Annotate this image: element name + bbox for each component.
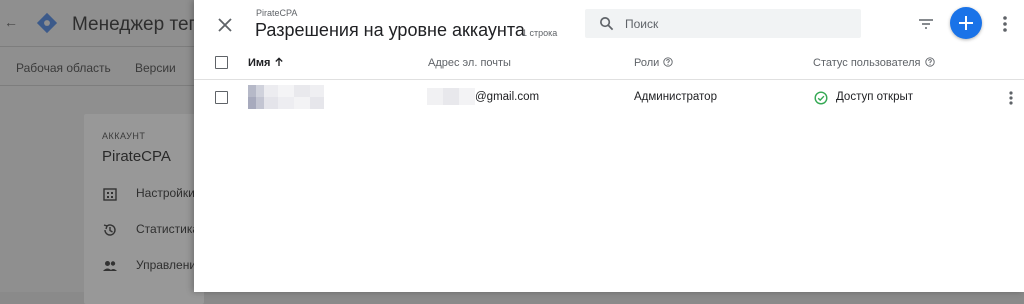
column-header-label: Роли (634, 57, 660, 69)
row-count: 1 строка (522, 28, 558, 38)
help-icon[interactable] (663, 57, 673, 67)
column-header-status: Статус пользователя (813, 57, 935, 69)
app-nav-tabs: Рабочая область Версии (0, 46, 194, 86)
check-circle-icon (814, 91, 828, 105)
column-header-label: Статус пользователя (813, 57, 921, 69)
close-icon[interactable] (214, 14, 236, 36)
nav-tab-workspace[interactable]: Рабочая область (16, 61, 111, 75)
add-user-button[interactable] (950, 7, 982, 39)
permissions-dialog: PirateCPA Разрешения на уровне аккаунта … (194, 0, 1024, 292)
table-header: Имя Адрес эл. почты Роли Статус пользова… (194, 47, 1024, 80)
menu-item-activity[interactable]: Статистика (102, 222, 199, 238)
user-email: @gmail.com (475, 91, 540, 103)
help-icon[interactable] (924, 57, 935, 67)
select-all-checkbox[interactable] (215, 56, 228, 69)
nav-tab-versions[interactable]: Версии (135, 61, 176, 75)
column-header-email: Адрес эл. почты (428, 57, 511, 69)
account-card (84, 114, 204, 304)
account-card-title: PirateCPA (102, 148, 171, 165)
search-icon (600, 17, 614, 31)
redacted-email-image (427, 88, 475, 105)
plus-icon (959, 16, 973, 30)
user-role: Администратор (634, 91, 717, 103)
back-arrow-icon[interactable]: ← (4, 14, 18, 30)
page-title: Разрешения на уровне аккаунта (255, 20, 525, 40)
tag-manager-logo-icon (36, 12, 58, 34)
redacted-name-image (248, 85, 324, 109)
column-header-roles: Роли (634, 57, 673, 69)
column-header-label: Имя (248, 57, 271, 69)
row-more-vert-icon[interactable] (1007, 90, 1015, 106)
search-input[interactable] (625, 9, 845, 38)
filter-icon[interactable] (916, 14, 936, 34)
more-vert-icon[interactable] (1000, 13, 1010, 35)
account-card-eyebrow: АККАУНТ (102, 131, 146, 141)
search-box[interactable] (585, 9, 861, 38)
history-icon (103, 224, 116, 236)
menu-item-label: Статистика (136, 222, 200, 237)
breadcrumb: PirateCPA (256, 8, 298, 18)
column-header-name[interactable]: Имя (248, 57, 284, 69)
column-header-label: Адрес эл. почты (428, 57, 511, 69)
people-icon (103, 261, 117, 271)
building-icon (103, 188, 117, 201)
row-checkbox[interactable] (215, 91, 228, 104)
app-header: ← Менеджер тегов (0, 0, 216, 46)
user-status: Доступ открыт (836, 91, 914, 103)
arrow-up-icon (275, 57, 284, 66)
